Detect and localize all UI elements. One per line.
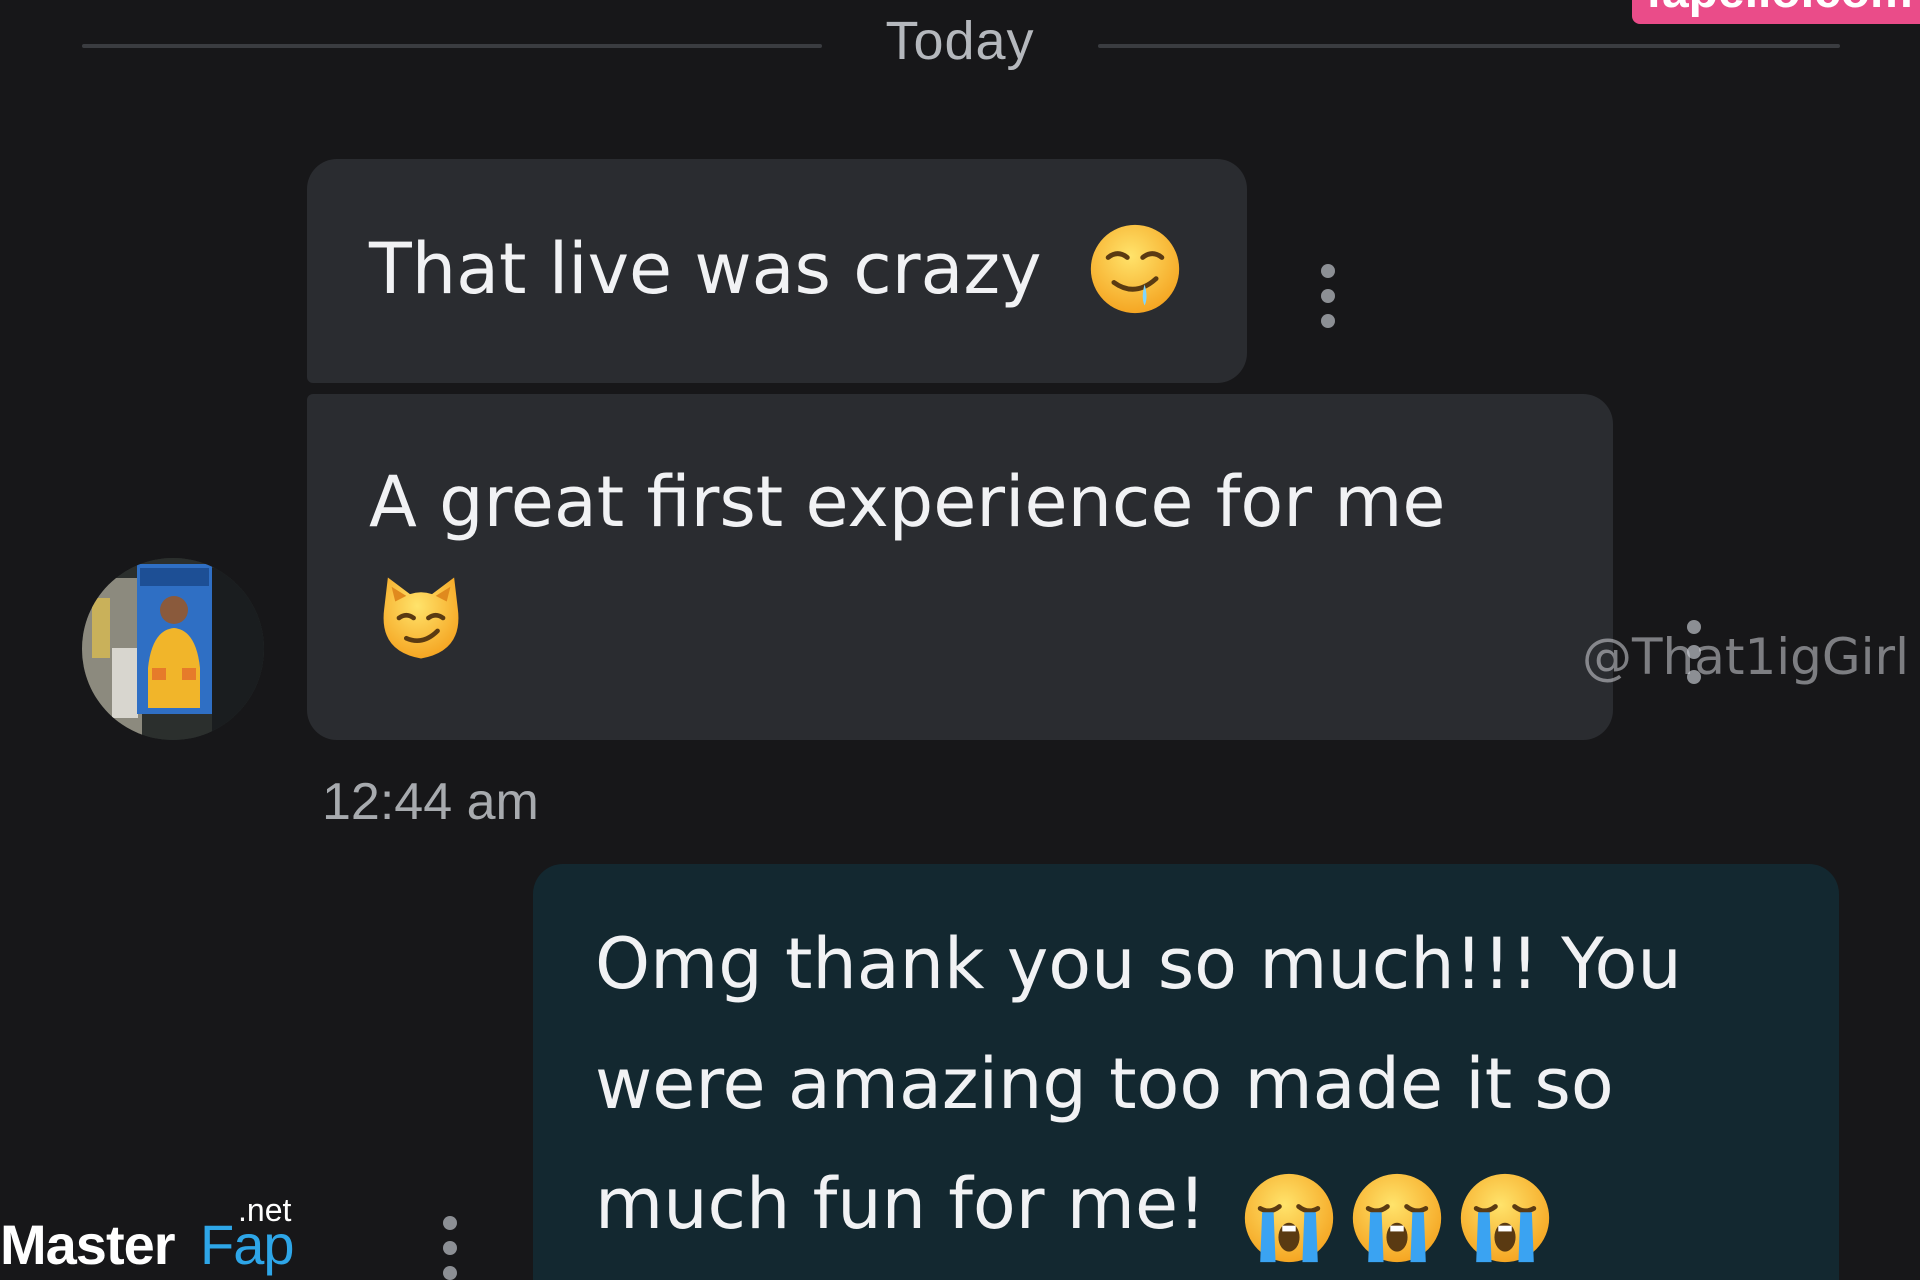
watermark-bottom-left: Master Fap .net — [0, 1192, 310, 1280]
message-bubble-incoming[interactable]: That live was crazy — [307, 159, 1247, 383]
message-text: That live was crazy — [369, 228, 1042, 310]
drooling-face-icon — [1090, 224, 1180, 314]
date-divider-line-left — [82, 44, 822, 48]
avatar[interactable] — [82, 558, 264, 740]
smirking-cat-icon — [383, 577, 459, 659]
message-options-icon[interactable] — [1316, 264, 1340, 328]
chat-screen: fapello.com Today That live was crazy A … — [0, 0, 1920, 1280]
watermark-brand-text: Master — [0, 1213, 176, 1276]
watermark-site-text: fapello.com — [1646, 0, 1913, 19]
avatar-photo — [82, 558, 264, 740]
message-line: were amazing too made it so — [595, 1043, 1614, 1125]
message-timestamp: 12:44 am — [322, 773, 539, 831]
message-line: Omg thank you so much!!! You — [595, 923, 1682, 1005]
watermark-handle: @That1igGirl — [1582, 628, 1910, 686]
watermark-top-right: fapello.com — [1632, 0, 1920, 24]
watermark-brand-suffix: .net — [238, 1192, 292, 1228]
date-divider-label: Today — [885, 11, 1035, 71]
message-text: A great first experience for me — [369, 461, 1446, 543]
date-divider-line-right — [1098, 44, 1840, 48]
message-bubble-incoming[interactable]: A great first experience for me — [307, 394, 1613, 740]
message-options-icon[interactable] — [438, 1216, 462, 1280]
loudly-crying-face-icon — [1244, 1173, 1334, 1263]
loudly-crying-face-icon — [1460, 1173, 1550, 1263]
message-bubble-outgoing[interactable]: Omg thank you so much!!! You were amazin… — [533, 864, 1839, 1280]
loudly-crying-face-icon — [1352, 1173, 1442, 1263]
